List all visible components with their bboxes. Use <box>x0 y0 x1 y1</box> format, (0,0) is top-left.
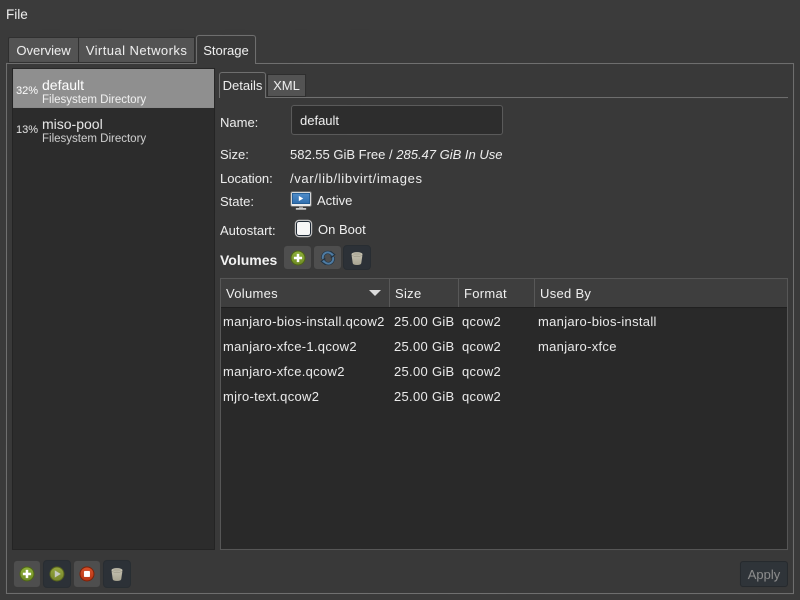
location-value: /var/lib/libvirt/images <box>290 171 423 186</box>
volumes-table-header: Volumes Size Format Used By <box>221 279 787 308</box>
cell-format: qcow2 <box>462 334 501 359</box>
table-row[interactable]: mjro-text.qcow2 25.00 GiB qcow2 <box>221 383 787 408</box>
pool-name: miso-pool <box>42 116 103 132</box>
autostart-label: Autostart: <box>220 223 276 238</box>
pool-type: Filesystem Directory <box>42 133 146 145</box>
storage-page: 32% default Filesystem Directory 13% mis… <box>6 63 794 594</box>
cell-format: qcow2 <box>462 309 501 334</box>
cell-format: qcow2 <box>462 359 501 384</box>
stop-circle-icon <box>79 566 95 582</box>
start-pool-button[interactable] <box>43 560 71 588</box>
tab-virtual-networks[interactable]: Virtual Networks <box>79 37 195 63</box>
stop-pool-button[interactable] <box>73 560 101 588</box>
cell-used-by: manjaro-bios-install <box>538 309 657 334</box>
size-value: 582.55 GiB Free / 285.47 GiB In Use <box>290 147 502 162</box>
pool-name: default <box>42 77 84 93</box>
name-input[interactable] <box>291 105 503 135</box>
column-header-used-by[interactable]: Used By <box>535 279 787 307</box>
column-header-size[interactable]: Size <box>390 279 459 307</box>
notebook-border <box>266 97 788 98</box>
trash-icon <box>109 566 125 582</box>
refresh-icon <box>320 249 336 265</box>
size-label: Size: <box>220 147 249 162</box>
cell-format: qcow2 <box>462 384 501 409</box>
table-row[interactable]: manjaro-xfce-1.qcow2 25.00 GiB qcow2 man… <box>221 333 787 358</box>
add-volume-button[interactable] <box>283 245 312 270</box>
cell-size: 25.00 GiB <box>394 333 455 358</box>
menubar: File <box>0 0 800 30</box>
pool-percent: 13% <box>16 124 38 136</box>
autostart-value: On Boot <box>318 222 366 237</box>
pool-list: 32% default Filesystem Directory 13% mis… <box>12 68 215 550</box>
volumes-title: Volumes <box>220 252 277 268</box>
cell-volume-name: manjaro-xfce-1.qcow2 <box>223 333 357 358</box>
cell-volume-name: manjaro-bios-install.qcow2 <box>223 308 385 333</box>
state-label: State: <box>220 194 254 209</box>
delete-pool-button[interactable] <box>103 560 131 588</box>
trash-icon <box>349 249 365 265</box>
apply-button[interactable]: Apply <box>740 561 788 587</box>
cell-volume-name: mjro-text.qcow2 <box>223 383 319 408</box>
pool-row-miso-pool[interactable]: 13% miso-pool Filesystem Directory <box>13 108 214 147</box>
plus-circle-icon <box>19 566 35 582</box>
volumes-table-body: manjaro-bios-install.qcow2 25.00 GiB qco… <box>221 308 787 408</box>
pool-type: Filesystem Directory <box>42 94 146 106</box>
plus-circle-icon <box>290 249 306 265</box>
cell-volume-name: manjaro-xfce.qcow2 <box>223 358 345 383</box>
add-pool-button[interactable] <box>13 560 41 588</box>
tab-details[interactable]: Details <box>219 72 266 98</box>
pool-row-default[interactable]: 32% default Filesystem Directory <box>13 69 214 108</box>
tab-overview[interactable]: Overview <box>8 37 79 63</box>
column-header-format[interactable]: Format <box>459 279 535 307</box>
state-value: Active <box>317 193 352 208</box>
pool-percent: 32% <box>16 85 38 97</box>
table-row[interactable]: manjaro-bios-install.qcow2 25.00 GiB qco… <box>221 308 787 333</box>
play-circle-icon <box>49 566 65 582</box>
column-header-volumes[interactable]: Volumes <box>221 279 390 307</box>
monitor-play-icon <box>290 191 312 211</box>
table-row[interactable]: manjaro-xfce.qcow2 25.00 GiB qcow2 <box>221 358 787 383</box>
autostart-checkbox[interactable] <box>296 221 311 236</box>
menu-file[interactable]: File <box>6 7 28 22</box>
delete-volume-button[interactable] <box>343 245 371 270</box>
tab-xml[interactable]: XML <box>267 74 306 97</box>
cell-size: 25.00 GiB <box>394 308 455 333</box>
sort-descending-icon <box>369 290 381 296</box>
location-label: Location: <box>220 171 273 186</box>
cell-size: 25.00 GiB <box>394 358 455 383</box>
tab-storage[interactable]: Storage <box>196 35 256 64</box>
volumes-table: Volumes Size Format Used By manjaro-bios… <box>220 278 788 550</box>
refresh-volumes-button[interactable] <box>313 245 342 270</box>
cell-used-by: manjaro-xfce <box>538 334 617 359</box>
name-label: Name: <box>220 115 258 130</box>
cell-size: 25.00 GiB <box>394 383 455 408</box>
